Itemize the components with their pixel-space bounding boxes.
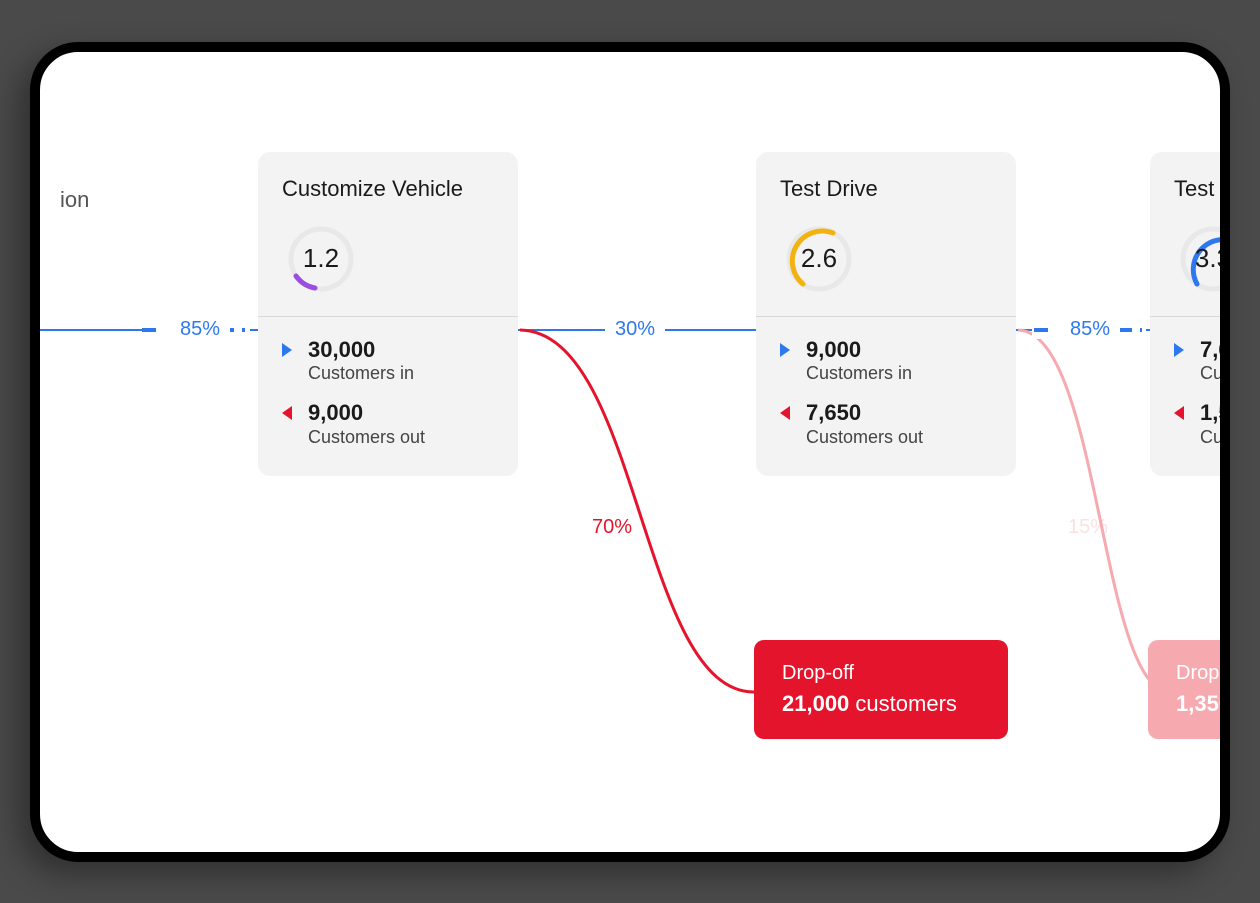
step-card-customize-vehicle[interactable]: Customize Vehicle 1.2 30,000 Customers i…: [258, 152, 518, 477]
customers-in-value: 7,60: [1200, 337, 1220, 363]
customers-in-metric: 30,000 Customers in: [282, 337, 494, 385]
score-value: 1.2: [303, 243, 339, 274]
connector-pct-2: 30%: [605, 318, 665, 341]
customers-out-label: Customers out: [806, 427, 923, 449]
score-gauge: 1.2: [282, 220, 360, 298]
customers-out-metric: 9,000 Customers out: [282, 400, 494, 448]
dropoff-card-2-partial[interactable]: Drop-o 1,350 c: [1148, 640, 1220, 739]
divider: [756, 316, 1016, 317]
dropoff-title: Drop-o: [1176, 662, 1220, 685]
triangle-in-icon: [282, 343, 292, 357]
connector-pct-1: 85%: [170, 318, 230, 341]
customers-in-metric: 7,60 Custo: [1174, 337, 1220, 385]
divider: [258, 316, 518, 317]
customers-in-value: 9,000: [806, 337, 912, 363]
dropoff-title: Drop-off: [782, 662, 980, 685]
customers-out-metric: 7,650 Customers out: [780, 400, 992, 448]
divider: [1150, 316, 1220, 317]
dropoff-pct-1: 70%: [592, 516, 632, 539]
step-card-partial-right[interactable]: Test D 3.3 7,60 Custo: [1150, 152, 1220, 477]
score-gauge: 2.6: [780, 220, 858, 298]
customers-in-value: 30,000: [308, 337, 414, 363]
triangle-out-icon: [1174, 406, 1184, 420]
customers-out-value: 9,000: [308, 400, 425, 426]
triangle-in-icon: [1174, 343, 1184, 357]
customers-out-value: 7,650: [806, 400, 923, 426]
customers-out-value: 1,50: [1200, 400, 1220, 426]
score-gauge: 3.3: [1174, 220, 1220, 298]
connections-layer: [40, 52, 1220, 852]
triangle-out-icon: [282, 406, 292, 420]
step-card-test-drive[interactable]: Test Drive 2.6 9,000 Customers in: [756, 152, 1016, 477]
step-title: Customize Vehicle: [282, 176, 494, 202]
dropoff-value: 21,000 customers: [782, 691, 980, 717]
customers-in-label: Custo: [1200, 363, 1220, 385]
customers-out-metric: 1,50 Custo: [1174, 400, 1220, 448]
funnel-canvas: ion 85% 30% 85% Customize Vehicle 1.2: [40, 52, 1220, 852]
score-value: 2.6: [801, 243, 837, 274]
tablet-frame: ion 85% 30% 85% Customize Vehicle 1.2: [30, 42, 1230, 862]
score-value: 3.3: [1195, 243, 1220, 274]
dropoff-value: 1,350 c: [1176, 691, 1220, 717]
step-title-partial: ion: [60, 187, 89, 213]
triangle-out-icon: [780, 406, 790, 420]
customers-out-label: Custo: [1200, 427, 1220, 449]
dropoff-pct-2: 15%: [1068, 516, 1108, 539]
dropoff-card-1[interactable]: Drop-off 21,000 customers: [754, 640, 1008, 739]
customers-out-label: Customers out: [308, 427, 425, 449]
customers-in-label: Customers in: [806, 363, 912, 385]
customers-in-metric: 9,000 Customers in: [780, 337, 992, 385]
customers-in-label: Customers in: [308, 363, 414, 385]
step-title: Test Drive: [780, 176, 992, 202]
triangle-in-icon: [780, 343, 790, 357]
connector-pct-3: 85%: [1060, 318, 1120, 341]
step-title: Test D: [1174, 176, 1220, 202]
